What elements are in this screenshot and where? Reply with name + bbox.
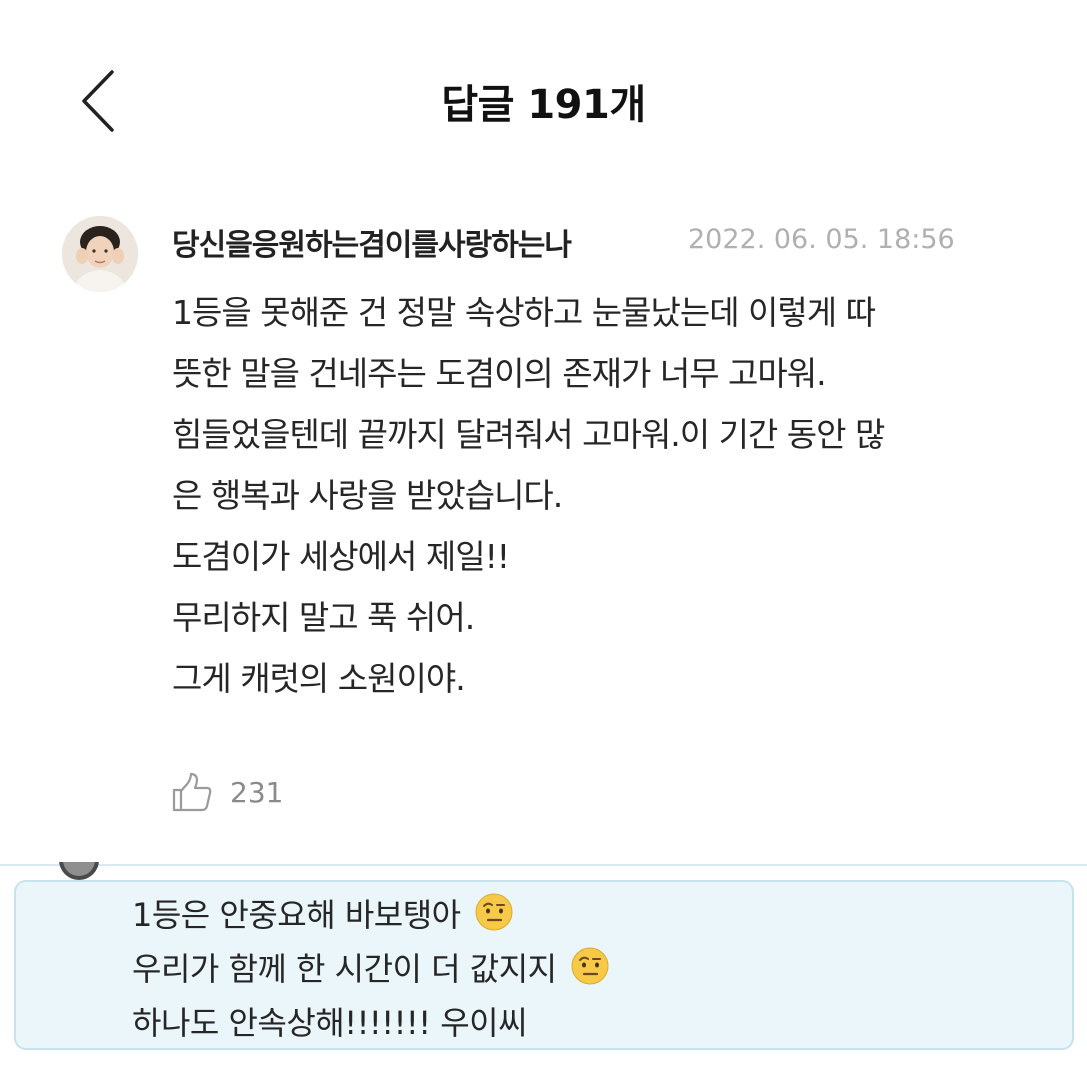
reply-line: 우리가 함께 한 시간이 더 값지지 [132, 942, 610, 996]
like-button[interactable] [170, 772, 214, 814]
comment-body: 1등을 못해준 건 정말 속상하고 눈물났는데 이렇게 따 뜻한 말을 건네주는… [172, 282, 1062, 709]
reply-line: 1등은 안중요해 바보탱아 [132, 888, 610, 942]
avatar[interactable] [62, 216, 138, 292]
comment-line: 은 행복과 사랑을 받았습니다. [172, 476, 563, 515]
comment-line: 도겸이가 세상에서 제일!! [172, 537, 510, 576]
reply-line: 하나도 안속상해!!!!!!! 우이씨 [132, 996, 610, 1050]
comment-line: 뜻한 말을 건네주는 도겸이의 존재가 너무 고마워. [172, 354, 827, 393]
reply-page: 답글 191개 당신을응원하는겸이를사랑하는나 2022. 06. 05. 18… [0, 0, 1087, 1087]
page-title: 답글 191개 [441, 82, 646, 128]
comment-line: 무리하지 말고 푹 쉬어. [172, 598, 475, 637]
thumbs-up-icon [172, 772, 212, 812]
comment-author[interactable]: 당신을응원하는겸이를사랑하는나 [172, 220, 572, 264]
reply-line-text: 하나도 안속상해!!!!!!! 우이씨 [132, 1004, 528, 1042]
comment-line: 1등을 못해준 건 정말 속상하고 눈물났는데 이렇게 따 [172, 293, 876, 332]
comment-line: 힘들었을텐데 끝까지 달려줘서 고마워.이 기간 동안 많 [172, 415, 885, 454]
comment-date: 2022. 06. 05. 18:56 [688, 224, 955, 255]
comment-line: 그게 캐럿의 소원이야. [172, 659, 466, 698]
reply-line-text: 1등은 안중요해 바보탱아 [132, 896, 461, 934]
divider [0, 864, 1087, 866]
profile-photo [62, 216, 138, 292]
raised-eyebrow-emoji-icon [571, 947, 609, 985]
reply-body: 1등은 안중요해 바보탱아 우리가 함께 한 시간이 더 값지지 하나도 안속상… [132, 888, 610, 1050]
reply-line-text: 우리가 함께 한 시간이 더 값지지 [132, 950, 557, 988]
raised-eyebrow-emoji-icon [475, 893, 513, 931]
like-count: 231 [230, 776, 284, 809]
